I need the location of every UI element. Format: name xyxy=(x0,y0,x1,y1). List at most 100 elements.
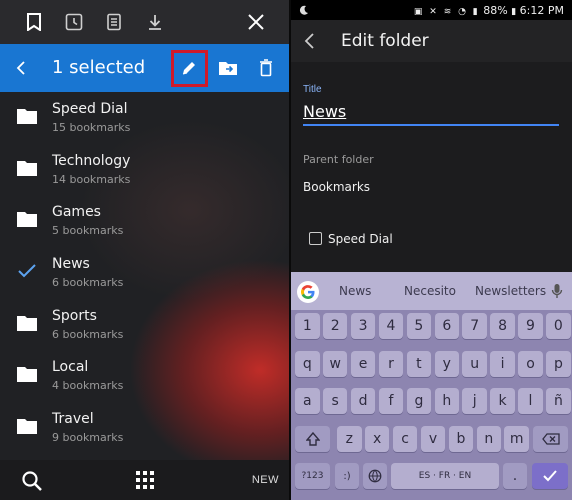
folder-name: News xyxy=(52,256,90,273)
signal-icon: ▣ ✕ ≋ ◔ ▮ xyxy=(413,7,480,17)
keyboard: News Necesito Newsletters 1234567890 qwer… xyxy=(291,272,572,500)
key-r[interactable]: r xyxy=(378,351,404,377)
bookmark-folder-games[interactable]: Games 5 bookmarks xyxy=(0,195,291,247)
backspace-icon xyxy=(541,433,560,445)
bookmark-folder-technology[interactable]: Technology 14 bookmarks xyxy=(0,144,291,196)
back-arrow-icon[interactable] xyxy=(8,55,34,81)
panel-divider xyxy=(289,0,291,500)
status-bar: ▣ ✕ ≋ ◔ ▮ 88% ▮ 6:12 PM xyxy=(291,0,572,20)
key-i[interactable]: i xyxy=(490,351,515,377)
folder-icon xyxy=(17,160,37,176)
edit-folder-panel: ▣ ✕ ≋ ◔ ▮ 88% ▮ 6:12 PM Edit folder Titl… xyxy=(291,0,572,500)
bookmark-folder-speed-dial[interactable]: Speed Dial 15 bookmarks xyxy=(0,92,291,144)
key-6[interactable]: 6 xyxy=(434,313,460,339)
close-icon[interactable] xyxy=(244,10,268,34)
bookmark-folder-local[interactable]: Local 4 bookmarks xyxy=(0,350,291,402)
key-z[interactable]: z xyxy=(337,426,362,452)
suggestion-bar: News Necesito Newsletters xyxy=(291,272,572,310)
key-e[interactable]: e xyxy=(350,351,376,377)
reading-list-icon[interactable] xyxy=(102,10,126,34)
bookmark-folder-travel[interactable]: Travel 9 bookmarks xyxy=(0,402,291,454)
selection-count: 1 selected xyxy=(52,57,146,78)
folder-icon xyxy=(17,109,37,124)
history-icon[interactable] xyxy=(62,10,86,34)
key-ñ[interactable]: ñ xyxy=(546,388,571,414)
key-s[interactable]: s xyxy=(322,388,348,414)
title-field-label: Title xyxy=(303,84,322,95)
title-field-underline xyxy=(303,124,559,126)
key-8[interactable]: 8 xyxy=(490,313,515,339)
new-button[interactable]: NEW xyxy=(252,474,279,486)
shift-icon xyxy=(305,432,320,446)
folder-icon xyxy=(17,212,37,228)
key-n[interactable]: n xyxy=(476,426,502,452)
shift-key[interactable] xyxy=(295,426,330,452)
key-o[interactable]: o xyxy=(518,351,543,377)
key-p[interactable]: p xyxy=(546,351,571,377)
key-k[interactable]: k xyxy=(490,388,515,414)
key-l[interactable]: l xyxy=(518,388,543,414)
mic-icon[interactable] xyxy=(551,283,563,304)
folder-name: Speed Dial xyxy=(52,101,128,117)
key-d[interactable]: d xyxy=(350,388,376,414)
key-h[interactable]: h xyxy=(434,388,460,414)
key-2[interactable]: 2 xyxy=(322,313,348,339)
key-v[interactable]: v xyxy=(420,426,446,452)
battery-level: 88% xyxy=(483,4,508,17)
key-f[interactable]: f xyxy=(378,388,404,414)
search-icon[interactable] xyxy=(21,470,43,492)
key-4[interactable]: 4 xyxy=(378,313,404,339)
suggestion-3[interactable]: Newsletters xyxy=(475,284,546,298)
bookmark-folder-news[interactable]: News 6 bookmarks xyxy=(0,247,291,299)
folder-count: 9 bookmarks xyxy=(52,431,124,445)
battery-icon: ▮ xyxy=(511,7,517,17)
key-5[interactable]: 5 xyxy=(406,313,432,339)
key-q[interactable]: q xyxy=(295,351,320,377)
key-y[interactable]: y xyxy=(434,351,460,377)
back-arrow-icon[interactable] xyxy=(303,32,321,50)
key-w[interactable]: w xyxy=(322,351,348,377)
key-m[interactable]: m xyxy=(504,426,529,452)
key-1[interactable]: 1 xyxy=(295,313,320,339)
delete-icon[interactable] xyxy=(253,55,279,81)
key-0[interactable]: 0 xyxy=(546,313,571,339)
bookmark-list: Speed Dial 15 bookmarks Technology 14 bo… xyxy=(0,92,291,454)
backspace-key[interactable] xyxy=(533,426,568,452)
speed-dial-checkbox[interactable] xyxy=(309,232,322,245)
folder-name: Games xyxy=(52,204,101,221)
symbols-key[interactable]: ?123 xyxy=(295,463,330,489)
suggestion-1[interactable]: News xyxy=(339,284,371,298)
parent-folder-select[interactable]: Bookmarks xyxy=(303,180,370,194)
key-x[interactable]: x xyxy=(364,426,390,452)
key-7[interactable]: 7 xyxy=(462,313,487,339)
space-key[interactable]: ES · FR · EN xyxy=(391,463,499,489)
key-b[interactable]: b xyxy=(448,426,474,452)
key-t[interactable]: t xyxy=(406,351,432,377)
folder-icon xyxy=(17,315,37,331)
bookmark-folder-sports[interactable]: Sports 6 bookmarks xyxy=(0,299,291,351)
folder-count: 6 bookmarks xyxy=(52,327,124,341)
key-3[interactable]: 3 xyxy=(350,313,376,339)
language-key[interactable] xyxy=(363,463,387,489)
key-u[interactable]: u xyxy=(462,351,487,377)
emoji-key[interactable]: :) xyxy=(335,463,359,489)
key-g[interactable]: g xyxy=(406,388,432,414)
status-icons: ▣ ✕ ≋ ◔ ▮ 88% ▮ 6:12 PM xyxy=(414,4,564,17)
title-field[interactable]: News xyxy=(303,102,346,121)
bookmark-icon[interactable] xyxy=(22,10,46,34)
period-key[interactable]: . xyxy=(503,463,527,489)
google-icon[interactable] xyxy=(297,281,319,303)
folder-name: Technology xyxy=(52,152,131,169)
key-9[interactable]: 9 xyxy=(518,313,543,339)
download-icon[interactable] xyxy=(143,10,167,34)
moon-icon xyxy=(299,5,308,15)
suggestion-2[interactable]: Necesito xyxy=(404,284,456,298)
key-j[interactable]: j xyxy=(462,388,487,414)
move-folder-icon[interactable] xyxy=(215,55,241,81)
enter-key[interactable] xyxy=(532,463,568,489)
speed-dial-label[interactable]: Speed Dial xyxy=(328,232,393,246)
key-a[interactable]: a xyxy=(295,388,320,414)
grid-menu-icon[interactable] xyxy=(135,470,155,490)
app-bar: Edit folder xyxy=(291,20,572,62)
key-c[interactable]: c xyxy=(392,426,418,452)
